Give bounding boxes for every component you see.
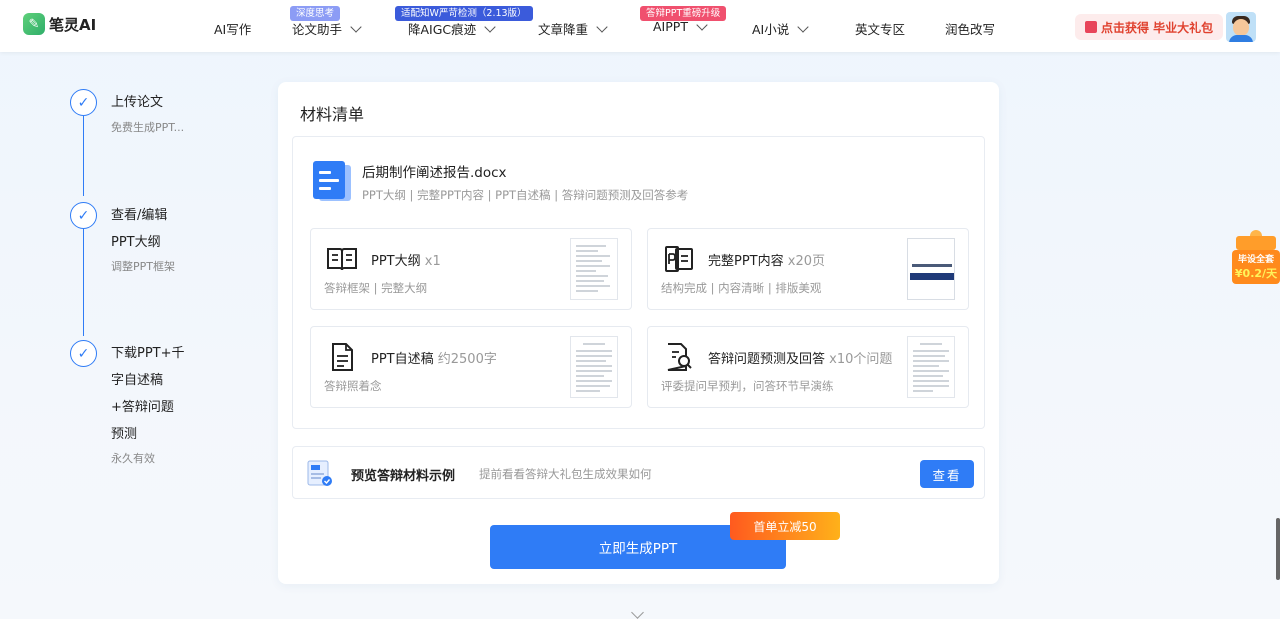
materials-card: 材料清单 后期制作阐述报告.docx PPT大纲 | 完整PPT内容 | PPT… [278,82,999,584]
logo[interactable]: ✎ 笔灵AI [23,13,96,35]
item-name: PPT自述稿 约2500字 [371,352,497,367]
gift-line1: 毕设全套 [1237,255,1274,265]
check-icon: ✓ [70,89,97,116]
step-title: 字自述稿 [111,373,164,388]
gift-icon [1085,21,1097,33]
chevron-down-icon [484,20,496,33]
check-icon: ✓ [70,340,97,367]
search-document-icon [667,343,692,371]
discount-badge: 首单立减50 [730,512,840,540]
step-connector [83,228,84,336]
avatar[interactable] [1226,12,1256,42]
document-icon [332,343,353,371]
chevron-down-icon [797,20,809,33]
nav-label: AIPPT [653,19,688,34]
nav-article-rewrite[interactable]: 文章降重 [538,19,608,38]
nav-polish-rewrite[interactable]: 润色改写 [945,19,995,38]
ppt-thumbnail [907,238,955,300]
item-desc: 答辩框架 | 完整大纲 [324,281,428,295]
item-desc: 结构完成 | 内容清晰 | 排版美观 [661,281,822,295]
materials-list: 后期制作阐述报告.docx PPT大纲 | 完整PPT内容 | PPT自述稿 |… [292,136,985,429]
nav-ai-novel[interactable]: AI小说 [752,19,809,38]
nav-ai-writing[interactable]: AI写作 [214,19,251,38]
item-desc: 答辩照着念 [324,379,382,393]
item-name: PPT大纲 x1 [371,254,441,269]
file-tags: PPT大纲 | 完整PPT内容 | PPT自述稿 | 答辩问题预测及回答参考 [362,188,689,202]
step-title: 下载PPT+千 [111,346,185,361]
material-item-qa-prediction: 答辩问题预测及回答 x10个问题 评委提问早预判，问答环节早演练 [647,326,969,408]
step-title: 预测 [111,427,138,442]
statement-thumbnail [570,336,618,398]
step-subtitle: 调整PPT框架 [111,260,175,273]
step-connector [83,116,84,196]
chevron-down-icon [696,18,708,31]
word-document-icon [313,161,351,201]
nav-label: AI写作 [214,22,252,37]
step-title: 查看/编辑 [111,208,168,223]
scrollbar[interactable] [1276,518,1280,580]
item-name: 完整PPT内容 x20页 [708,254,826,269]
chevron-down-icon [350,20,362,33]
material-item-full-ppt: 完整PPT内容 x20页 结构完成 | 内容清晰 | 排版美观 [647,228,969,310]
book-icon [327,248,357,271]
top-nav-bar: ✎ 笔灵AI AI写作 深度思考 论文助手 适配知W严苛检测（2.13版） 降A… [0,0,1280,52]
material-item-self-statement: PPT自述稿 约2500字 答辩照着念 [310,326,632,408]
nav-reduce-aigc[interactable]: 降AIGC痕迹 [408,19,496,38]
nav-english-zone[interactable]: 英文专区 [855,19,905,38]
view-button[interactable]: 查看 [920,460,974,488]
chevron-down-icon[interactable] [631,606,644,619]
nav-label: 论文助手 [292,22,343,37]
nav-label: 降AIGC痕迹 [408,22,477,37]
nav-label: 润色改写 [945,22,996,37]
gift-line2: ¥0.2/天 [1234,267,1278,280]
step-title: +答辩问题 [111,400,174,415]
nav-paper-assistant[interactable]: 论文助手 [292,19,362,38]
graduation-gift-promo-button[interactable]: 点击获得 毕业大礼包 [1075,14,1224,40]
preview-label: 预览答辩材料示例 [351,469,456,484]
nav-aippt[interactable]: AIPPT [653,18,708,34]
nav-label: 文章降重 [538,22,589,37]
logo-text: 笔灵AI [49,15,97,34]
side-gift-banner[interactable]: 毕设全套 ¥0.2/天 [1232,230,1280,286]
check-icon: ✓ [70,202,97,229]
file-name: 后期制作阐述报告.docx [362,165,507,181]
promo-label: 点击获得 毕业大礼包 [1101,20,1214,35]
ppt-icon [665,246,693,272]
material-item-ppt-outline: PPT大纲 x1 答辩框架 | 完整大纲 [310,228,632,310]
card-title: 材料清单 [300,105,365,124]
nav-label: 英文专区 [855,22,906,37]
step-title: PPT大纲 [111,235,161,250]
step-subtitle: 免费生成PPT... [111,121,185,134]
chevron-down-icon [596,20,608,33]
logo-icon: ✎ [23,13,45,35]
item-name: 答辩问题预测及回答 x10个问题 [708,352,893,367]
nav-label: AI小说 [752,22,790,37]
qa-thumbnail [907,336,955,398]
preview-example-row: 预览答辩材料示例 提前看看答辩大礼包生成效果如何 查看 [292,446,985,499]
step-title: 上传论文 [111,95,164,110]
outline-thumbnail [570,238,618,300]
preview-hint: 提前看看答辩大礼包生成效果如何 [479,467,652,481]
item-desc: 评委提问早预判，问答环节早演练 [661,379,834,393]
step-subtitle: 永久有效 [111,452,155,465]
preview-document-icon [307,460,332,486]
